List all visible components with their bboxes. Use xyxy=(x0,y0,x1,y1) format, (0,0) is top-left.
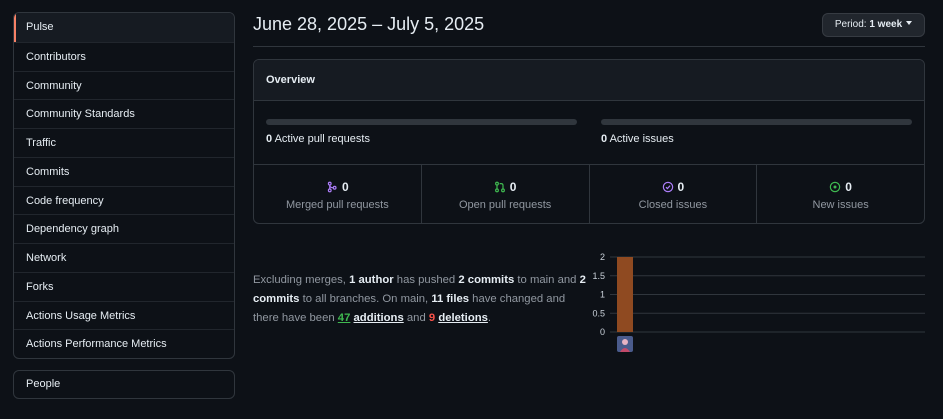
period-value: 1 week xyxy=(869,19,903,30)
sidebar-item-actions-usage-metrics[interactable]: Actions Usage Metrics xyxy=(14,300,234,330)
active-prs-count: 0 xyxy=(266,133,273,145)
active-issues-count: 0 xyxy=(601,133,608,145)
overview-title: Overview xyxy=(254,60,924,101)
summary-deletions-number[interactable]: 9 xyxy=(429,312,435,324)
chart-y-tick-label: 1.5 xyxy=(592,271,605,281)
chart-bar[interactable] xyxy=(617,257,633,332)
summary-files: 11 files xyxy=(431,293,470,305)
new-issues-count: 0 xyxy=(845,180,852,194)
summary-text-4: to all branches. On main, xyxy=(299,293,432,305)
active-issues-block: 0 Active issues xyxy=(601,119,912,145)
active-prs-text[interactable]: 0 Active pull requests xyxy=(266,133,577,145)
overview-panel: Overview 0 Active pull requests 0 Active… xyxy=(253,59,925,224)
stat-open-prs[interactable]: 0 Open pull requests xyxy=(420,165,589,223)
issue-closed-icon xyxy=(662,181,673,193)
stat-closed-issues[interactable]: 0 Closed issues xyxy=(588,165,757,223)
active-issues-label: Active issues xyxy=(609,133,674,145)
active-prs-label: Active pull requests xyxy=(274,133,370,145)
active-prs-progress-bar xyxy=(266,119,577,125)
insights-sidebar: Pulse Contributors Community Community S… xyxy=(13,12,235,359)
date-range-heading: June 28, 2025 – July 5, 2025 xyxy=(253,14,485,34)
summary-additions-number[interactable]: 47 xyxy=(338,312,351,324)
chart-y-tick-label: 2 xyxy=(600,252,605,262)
chart-y-tick-label: 0 xyxy=(600,327,605,337)
open-prs-count: 0 xyxy=(509,180,517,194)
summary-text-6: and xyxy=(403,312,429,324)
merged-prs-label: Merged pull requests xyxy=(286,199,389,211)
sidebar-item-dependency-graph[interactable]: Dependency graph xyxy=(14,214,234,243)
active-issues-text[interactable]: 0 Active issues xyxy=(601,133,912,145)
sidebar-item-pulse[interactable]: Pulse xyxy=(14,13,234,42)
sidebar-item-people[interactable]: People xyxy=(14,371,234,398)
sidebar-item-contributors[interactable]: Contributors xyxy=(14,41,234,71)
period-prefix: Period: xyxy=(834,19,867,30)
active-prs-block: 0 Active pull requests xyxy=(266,119,577,145)
sidebar-item-forks[interactable]: Forks xyxy=(14,271,234,301)
summary-text-1: Excluding merges, xyxy=(253,274,350,286)
summary-deletions-link[interactable]: deletions xyxy=(438,312,488,324)
closed-issues-label: Closed issues xyxy=(638,199,708,211)
sidebar-item-network[interactable]: Network xyxy=(14,243,234,272)
sidebar-item-code-frequency[interactable]: Code frequency xyxy=(14,185,234,215)
summary-authors: 1 author xyxy=(349,274,394,286)
stat-merged-prs[interactable]: 0 Merged pull requests xyxy=(254,165,421,223)
summary-commits-main: 2 commits xyxy=(458,274,515,286)
sidebar-item-commits[interactable]: Commits xyxy=(14,156,234,186)
summary-text-3: to main and xyxy=(514,274,580,286)
summary-text-7: . xyxy=(487,312,492,324)
closed-issues-count: 0 xyxy=(677,180,685,194)
insights-sidebar-secondary: People xyxy=(13,370,235,399)
sidebar-item-community[interactable]: Community xyxy=(14,70,234,100)
commits-by-author-chart: 0 0.5 1 1.5 2 xyxy=(592,252,925,352)
active-issues-progress-bar xyxy=(601,119,912,125)
new-issues-label: New issues xyxy=(812,199,869,211)
summary-text-2: has pushed xyxy=(393,274,459,286)
open-prs-label: Open pull requests xyxy=(458,199,552,211)
overview-activity-bars: 0 Active pull requests 0 Active issues xyxy=(254,101,924,165)
merge-icon xyxy=(327,181,337,193)
chart-y-tick-label: 0.5 xyxy=(592,308,605,318)
sidebar-item-actions-performance-metrics[interactable]: Actions Performance Metrics xyxy=(14,329,234,358)
commit-summary: Excluding merges, 1 author has pushed 2 … xyxy=(253,271,593,328)
merged-prs-count: 0 xyxy=(342,180,349,194)
overview-stats: 0 Merged pull requests 0 Open pull reque… xyxy=(254,165,924,223)
issue-opened-icon xyxy=(830,181,841,193)
period-select-button[interactable]: Period: 1 week xyxy=(822,13,925,37)
chart-y-tick-label: 1 xyxy=(600,290,605,300)
sidebar-item-community-standards[interactable]: Community Standards xyxy=(14,99,234,128)
caret-down-icon xyxy=(906,21,913,25)
header-divider xyxy=(253,46,925,47)
author-avatar[interactable] xyxy=(617,336,633,352)
pull-request-icon xyxy=(494,181,505,193)
stat-new-issues[interactable]: 0 New issues xyxy=(756,165,924,223)
sidebar-item-traffic[interactable]: Traffic xyxy=(14,128,234,157)
summary-additions-link[interactable]: additions xyxy=(354,312,404,324)
